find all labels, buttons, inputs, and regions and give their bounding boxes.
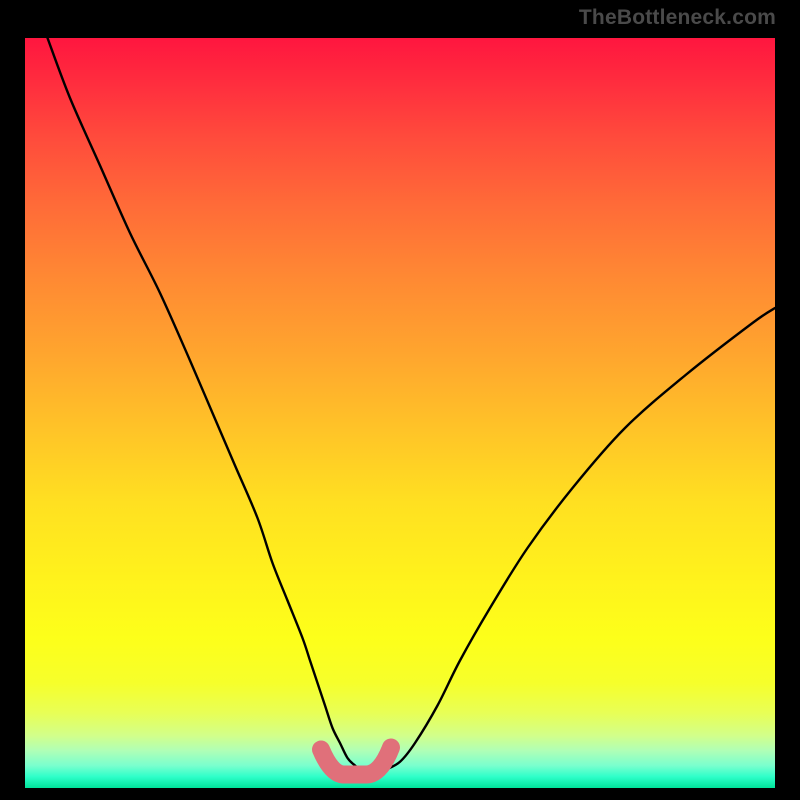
bottleneck-curve-path	[48, 38, 776, 773]
curve-svg	[25, 38, 775, 788]
optimal-highlight	[321, 748, 391, 775]
plot-area	[25, 38, 775, 788]
watermark-text: TheBottleneck.com	[579, 6, 776, 30]
chart-stage: TheBottleneck.com	[0, 0, 800, 800]
